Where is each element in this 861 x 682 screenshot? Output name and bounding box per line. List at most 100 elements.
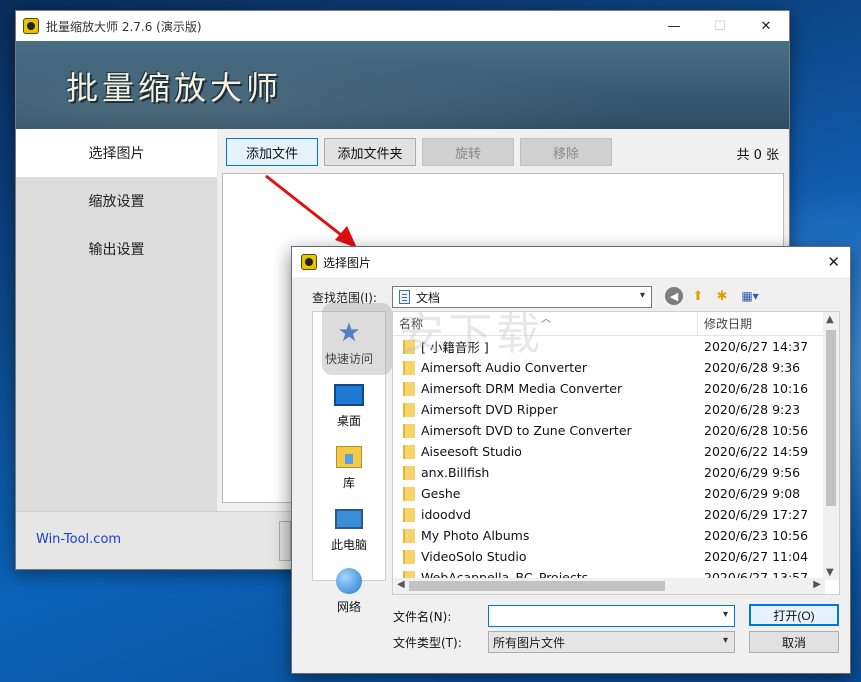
scroll-left-icon[interactable]: ◀ (397, 579, 405, 590)
footer-button[interactable] (279, 521, 291, 561)
add-folder-button[interactable]: 添加文件夹 (324, 138, 416, 166)
dialog-nav-tools: ◀ ⬆ ✱ ▦▾ (665, 287, 763, 305)
folder-icon (403, 486, 415, 501)
file-row[interactable]: My Photo Albums 2020/6/23 10:56 (393, 525, 839, 546)
file-row[interactable]: [ 小籍音形 ] 2020/6/27 14:37 (393, 336, 839, 357)
image-count: 共 0 张 (736, 148, 779, 163)
look-in-combo[interactable]: 文档 ▾ (392, 286, 652, 308)
filename-input[interactable]: ▾ (488, 605, 735, 627)
file-row[interactable]: VideoSolo Studio 2020/6/27 11:04 (393, 546, 839, 567)
column-date-header[interactable]: 修改日期 (698, 315, 752, 332)
folder-icon (403, 528, 415, 543)
rotate-button: 旋转 (422, 138, 514, 166)
filetype-value: 所有图片文件 (493, 635, 566, 650)
file-rows: [ 小籍音形 ] 2020/6/27 14:37 Aimersoft Audio C… (393, 336, 839, 588)
watermark-shield (322, 303, 392, 375)
file-date-cell: 2020/6/28 10:56 (704, 423, 809, 438)
file-date-cell: 2020/6/29 9:08 (704, 486, 801, 501)
chevron-down-icon: ▾ (722, 609, 728, 620)
file-name-cell: Aimersoft DVD Ripper (393, 402, 698, 417)
look-in-value: 文档 (416, 290, 441, 305)
app-icon (23, 18, 39, 34)
file-name-text: Aimersoft DRM Media Converter (421, 381, 623, 396)
filename-row: 文件名(N): ▾ (393, 605, 735, 627)
add-file-button[interactable]: 添加文件 (226, 138, 318, 166)
filetype-row: 文件类型(T): 所有图片文件 ▾ (393, 631, 735, 653)
file-name-text: My Photo Albums (421, 528, 530, 543)
file-name-cell: Aimersoft Audio Converter (393, 360, 698, 375)
up-folder-icon[interactable]: ⬆ (689, 287, 707, 305)
dialog-close-button[interactable]: ✕ (827, 253, 840, 271)
vertical-scrollbar[interactable]: ▲ ▼ (823, 312, 839, 580)
cancel-button[interactable]: 取消 (749, 631, 839, 653)
minimize-button[interactable]: — (651, 11, 697, 41)
nav-item-resize-settings[interactable]: 缩放设置 (16, 177, 217, 225)
folder-icon (403, 402, 415, 417)
main-titlebar[interactable]: 批量缩放大师 2.7.6 (演示版) — ☐ ✕ (16, 11, 789, 41)
scroll-down-icon[interactable]: ▼ (826, 567, 834, 578)
dialog-titlebar[interactable]: 选择图片 ✕ (292, 247, 850, 277)
file-row[interactable]: anx.Billfish 2020/6/29 9:56 (393, 462, 839, 483)
view-menu-icon[interactable]: ▦▾ (737, 287, 763, 305)
file-name-cell: Aimersoft DRM Media Converter (393, 381, 698, 396)
documents-icon (399, 290, 410, 304)
new-folder-icon[interactable]: ✱ (713, 287, 731, 305)
place-network[interactable]: 网络 (313, 560, 385, 622)
file-name-cell: Aimersoft DVD to Zune Converter (393, 423, 698, 438)
file-name-text: anx.Billfish (421, 465, 490, 480)
file-name-cell: idoodvd (393, 507, 698, 522)
close-button[interactable]: ✕ (743, 11, 789, 41)
dialog-app-icon (301, 254, 317, 270)
file-name-cell: anx.Billfish (393, 465, 698, 480)
filename-label: 文件名(N): (393, 609, 452, 624)
file-row[interactable]: Geshe 2020/6/29 9:08 (393, 483, 839, 504)
scroll-up-icon[interactable]: ▲ (826, 314, 834, 325)
file-name-cell: My Photo Albums (393, 528, 698, 543)
horizontal-scrollbar[interactable]: ◀ ▶ (393, 578, 825, 594)
nav-item-output-settings[interactable]: 输出设置 (16, 225, 217, 273)
file-row[interactable]: idoodvd 2020/6/29 17:27 (393, 504, 839, 525)
network-icon (334, 567, 364, 594)
filetype-select[interactable]: 所有图片文件 ▾ (488, 631, 735, 653)
horizontal-scroll-thumb[interactable] (409, 581, 665, 591)
file-row[interactable]: Aimersoft DVD to Zune Converter 2020/6/28… (393, 420, 839, 441)
app-banner: 批量缩放大师 (16, 41, 789, 129)
place-library[interactable]: 库 (313, 436, 385, 498)
file-name-cell: VideoSolo Studio (393, 549, 698, 564)
place-desktop[interactable]: 桌面 (313, 374, 385, 436)
place-label: 库 (342, 475, 355, 490)
file-date-cell: 2020/6/27 14:37 (704, 339, 809, 354)
folder-icon (403, 339, 415, 354)
website-link[interactable]: Win-Tool.com (36, 532, 121, 547)
file-name-text: Aimersoft DVD to Zune Converter (421, 423, 632, 438)
place-label: 此电脑 (330, 537, 367, 552)
desktop-icon (334, 382, 364, 408)
vertical-scroll-thumb[interactable] (826, 330, 836, 506)
scroll-right-icon[interactable]: ▶ (813, 579, 821, 590)
file-name-text: idoodvd (421, 507, 471, 522)
file-row[interactable]: Aimersoft DVD Ripper 2020/6/28 9:23 (393, 399, 839, 420)
file-row[interactable]: Aiseesoft Studio 2020/6/22 14:59 (393, 441, 839, 462)
dialog-title: 选择图片 (323, 255, 372, 270)
file-row[interactable]: Aimersoft DRM Media Converter 2020/6/28 1… (393, 378, 839, 399)
file-list[interactable]: ︿ 名称 修改日期 [ 小籍音形 ] 2020/6/27 14:37 Aimerso… (392, 311, 840, 595)
back-icon[interactable]: ◀ (665, 287, 683, 305)
window-title: 批量缩放大师 2.7.6 (演示版) (46, 19, 202, 34)
place-this-pc[interactable]: 此电脑 (313, 498, 385, 560)
chevron-down-icon: ▾ (722, 635, 728, 646)
file-date-cell: 2020/6/29 17:27 (704, 507, 809, 522)
file-name-cell: Geshe (393, 486, 698, 501)
banner-title: 批量缩放大师 (66, 69, 283, 107)
nav-item-select-images[interactable]: 选择图片 (16, 129, 217, 177)
file-date-cell: 2020/6/23 10:56 (704, 528, 809, 543)
file-name-cell: [ 小籍音形 ] (393, 337, 698, 356)
file-name-text: [ 小籍音形 ] (421, 340, 489, 355)
file-date-cell: 2020/6/22 14:59 (704, 444, 809, 459)
file-name-cell: Aiseesoft Studio (393, 444, 698, 459)
file-date-cell: 2020/6/29 9:56 (704, 465, 801, 480)
file-date-cell: 2020/6/28 9:23 (704, 402, 801, 417)
file-row[interactable]: Aimersoft Audio Converter 2020/6/28 9:36 (393, 357, 839, 378)
open-button[interactable]: 打开(O) (749, 604, 839, 626)
folder-icon (403, 360, 415, 375)
file-list-header: ︿ 名称 修改日期 (393, 312, 839, 336)
